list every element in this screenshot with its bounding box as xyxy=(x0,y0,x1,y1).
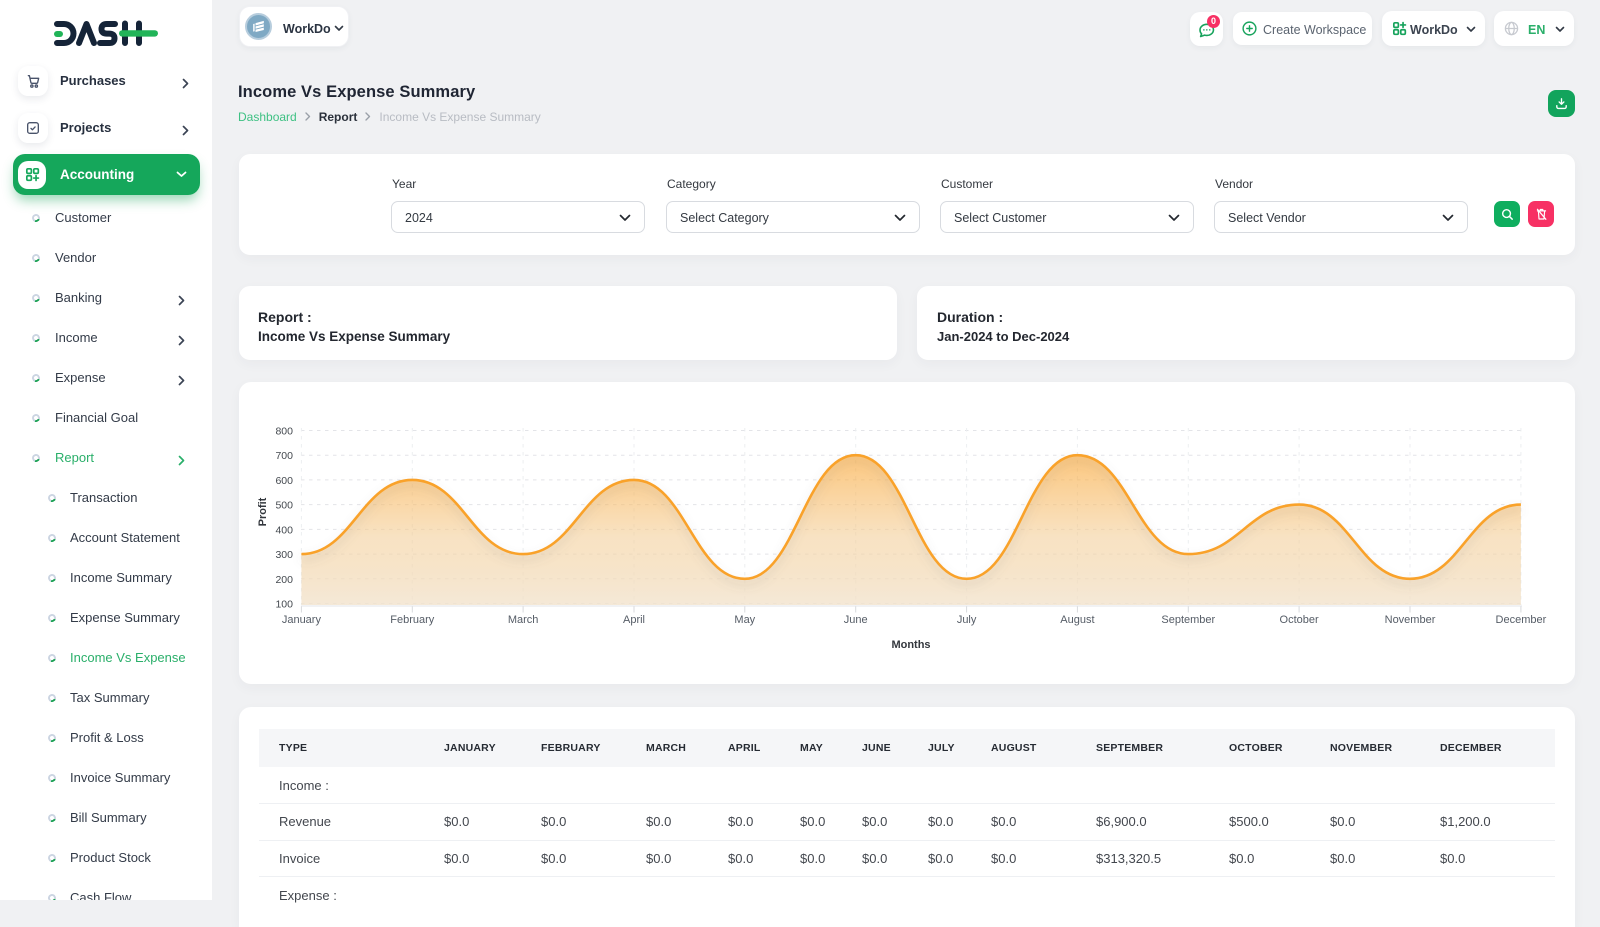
svg-text:400: 400 xyxy=(275,524,293,536)
svg-text:December: December xyxy=(1496,614,1547,626)
svg-text:October: October xyxy=(1280,614,1319,626)
svg-text:100: 100 xyxy=(275,599,293,611)
svg-text:300: 300 xyxy=(275,549,293,561)
svg-text:November: November xyxy=(1385,614,1436,626)
svg-text:July: July xyxy=(957,614,977,626)
svg-text:June: June xyxy=(844,614,868,626)
svg-text:Profit: Profit xyxy=(257,497,269,526)
svg-text:800: 800 xyxy=(275,426,293,438)
svg-text:August: August xyxy=(1060,614,1094,626)
svg-text:700: 700 xyxy=(275,450,293,462)
svg-text:Months: Months xyxy=(891,639,930,651)
svg-text:600: 600 xyxy=(275,475,293,487)
svg-text:January: January xyxy=(282,614,322,626)
svg-text:200: 200 xyxy=(275,574,293,586)
svg-text:May: May xyxy=(734,614,755,626)
svg-text:March: March xyxy=(508,614,539,626)
svg-text:February: February xyxy=(390,614,435,626)
svg-text:April: April xyxy=(623,614,645,626)
svg-text:500: 500 xyxy=(275,500,293,512)
svg-text:September: September xyxy=(1161,614,1215,626)
